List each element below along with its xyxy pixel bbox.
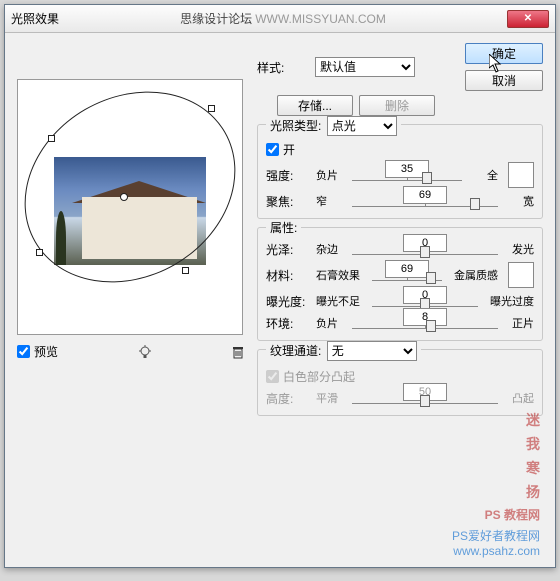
slider-thumb[interactable]	[470, 198, 480, 210]
slider-thumb	[420, 395, 430, 407]
save-button[interactable]: 存储...	[277, 95, 353, 116]
controls-column: 样式: 默认值 确定 取消 存储... 删除 光照类型: 点光 开	[257, 43, 543, 424]
save-delete-row: 存储... 删除	[277, 95, 543, 116]
light-handle[interactable]	[208, 105, 215, 112]
dialog-window: 光照效果 思缘设计论坛 WWW.MISSYUAN.COM ✕	[4, 4, 556, 568]
texture-group: 纹理通道: 无 白色部分凸起 高度: 平滑 50 凸起	[257, 349, 543, 416]
close-button[interactable]: ✕	[507, 10, 549, 28]
style-row: 样式: 默认值 确定 取消	[257, 43, 543, 91]
light-handle[interactable]	[48, 135, 55, 142]
ambient-color-swatch[interactable]	[508, 262, 534, 288]
lightbulb-icon[interactable]	[138, 345, 152, 359]
light-on-checkbox[interactable]: 开	[266, 141, 534, 158]
ambience-slider: 环境: 负片 8 正片	[266, 314, 534, 332]
height-slider: 高度: 平滑 50 凸起	[266, 389, 534, 407]
preview-controls: 预览	[17, 343, 245, 360]
light-color-swatch[interactable]	[508, 162, 534, 188]
light-center[interactable]	[120, 193, 128, 201]
cancel-button[interactable]: 取消	[465, 70, 543, 91]
window-title: 光照效果	[11, 10, 59, 27]
preview-checkbox[interactable]: 预览	[17, 343, 58, 360]
slider-thumb[interactable]	[426, 272, 436, 284]
light-type-group: 光照类型: 点光 开 强度: 负片 35 全	[257, 124, 543, 219]
preview-check-input[interactable]	[17, 345, 30, 358]
light-handle[interactable]	[36, 249, 43, 256]
light-type-select[interactable]: 点光	[327, 116, 397, 136]
material-slider: 材料: 石膏效果 69 金属质感	[266, 262, 534, 288]
properties-group: 属性: 光泽: 杂边 0 发光 材料: 石膏效果 69	[257, 227, 543, 341]
light-ellipse[interactable]	[0, 54, 270, 320]
slider-thumb[interactable]	[422, 172, 432, 184]
dialog-content: 预览 样式: 默认值 确定 取消	[5, 33, 555, 434]
light-handle[interactable]	[182, 267, 189, 274]
delete-button: 删除	[359, 95, 435, 116]
intensity-slider: 强度: 负片 35 全	[266, 162, 534, 188]
slider-thumb[interactable]	[426, 320, 436, 332]
intensity-track[interactable]: 35	[352, 166, 462, 184]
style-select[interactable]: 默认值	[315, 57, 415, 77]
preview-column: 预览	[17, 43, 245, 424]
ok-button[interactable]: 确定	[465, 43, 543, 64]
style-label: 样式:	[257, 59, 309, 76]
preview-canvas[interactable]	[17, 79, 243, 335]
white-high-checkbox: 白色部分凸起	[266, 368, 534, 385]
focus-slider: 聚焦: 窄 69 宽	[266, 192, 534, 210]
gloss-slider: 光泽: 杂边 0 发光	[266, 240, 534, 258]
focus-track[interactable]: 69	[352, 192, 498, 210]
exposure-slider: 曝光度: 曝光不足 0 曝光过度	[266, 292, 534, 310]
close-icon: ✕	[524, 13, 532, 24]
slider-thumb[interactable]	[420, 246, 430, 258]
texture-select[interactable]: 无	[327, 341, 417, 361]
trash-icon[interactable]	[231, 345, 245, 359]
brand-text: 思缘设计论坛 WWW.MISSYUAN.COM	[59, 10, 507, 27]
titlebar: 光照效果 思缘设计论坛 WWW.MISSYUAN.COM ✕	[5, 5, 555, 33]
